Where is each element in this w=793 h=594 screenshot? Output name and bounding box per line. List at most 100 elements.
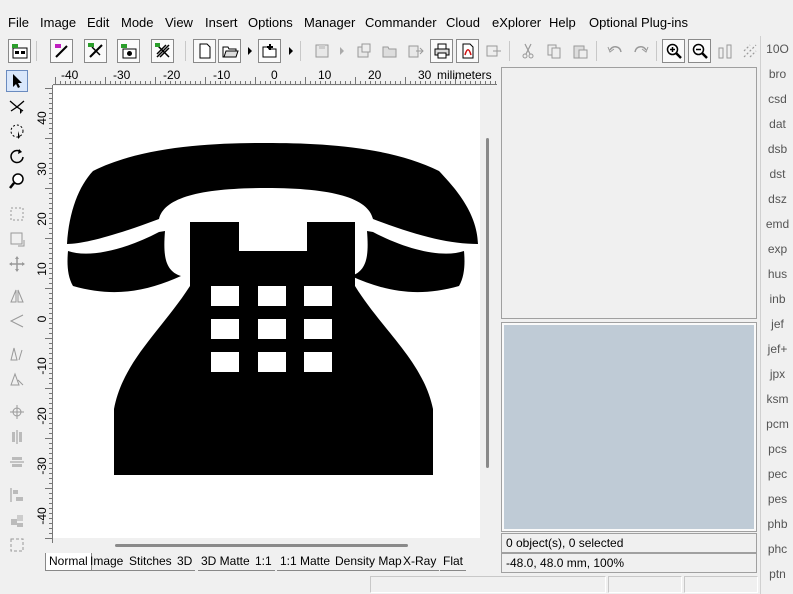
export-icon[interactable]	[404, 39, 427, 63]
format-item[interactable]: pes	[761, 492, 793, 506]
rotate-select-icon[interactable]	[6, 120, 28, 142]
vertical-scrollbar[interactable]	[480, 86, 497, 538]
skew-h-icon[interactable]	[6, 343, 28, 365]
mirror-v-icon[interactable]	[6, 310, 28, 332]
format-item[interactable]: dat	[761, 117, 793, 131]
open-folder-icon[interactable]	[218, 39, 241, 63]
arrange-icon[interactable]	[6, 509, 28, 531]
save-icon[interactable]	[310, 39, 333, 63]
save-dropdown-icon[interactable]	[338, 44, 346, 58]
format-item[interactable]: 10O	[761, 42, 793, 56]
design-canvas[interactable]	[53, 86, 480, 538]
menu-image[interactable]: Image	[40, 15, 76, 30]
folder-icon[interactable]	[378, 39, 401, 63]
format-item[interactable]: phc	[761, 542, 793, 556]
format-list: 10O bro csd dat dsb dst dsz emd exp hus …	[760, 36, 793, 594]
lasso-icon[interactable]	[6, 95, 28, 117]
skew-v-icon[interactable]	[6, 368, 28, 390]
horizontal-scroll-thumb[interactable]	[115, 544, 408, 547]
format-item[interactable]: emd	[761, 217, 793, 231]
pointer-icon[interactable]	[6, 70, 28, 92]
format-item[interactable]: dsz	[761, 192, 793, 206]
format-item[interactable]: csd	[761, 92, 793, 106]
undo-icon[interactable]	[603, 39, 626, 63]
mirror-h-icon[interactable]	[6, 285, 28, 307]
zoom-in-icon[interactable]	[662, 39, 685, 63]
add-dropdown-icon[interactable]	[287, 44, 295, 58]
tab-1-1[interactable]: 1:1	[252, 553, 275, 571]
menu-explorer[interactable]: eXplorer	[492, 15, 541, 30]
menu-mode[interactable]: Mode	[121, 15, 154, 30]
magic-wand-icon[interactable]	[50, 39, 73, 63]
crop-icon[interactable]	[6, 534, 28, 556]
wizard-icon[interactable]	[8, 39, 31, 63]
format-item[interactable]: jef	[761, 317, 793, 331]
format-item[interactable]: jef+	[761, 342, 793, 356]
tab-flat[interactable]: Flat	[440, 553, 467, 571]
pdf-icon[interactable]	[456, 39, 479, 63]
format-item[interactable]: exp	[761, 242, 793, 256]
object-list-panel[interactable]	[501, 67, 757, 319]
menu-optional-plugins[interactable]: Optional Plug-ins	[589, 15, 688, 30]
preview-panel	[501, 322, 757, 532]
rect-select-icon[interactable]	[6, 203, 28, 225]
menu-view[interactable]: View	[165, 15, 193, 30]
add-file-icon[interactable]	[258, 39, 281, 63]
format-item[interactable]: bro	[761, 67, 793, 81]
menu-options[interactable]: Options	[248, 15, 293, 30]
move-icon[interactable]	[6, 253, 28, 275]
align-h-icon[interactable]	[6, 426, 28, 448]
menu-insert[interactable]: Insert	[205, 15, 238, 30]
center-icon[interactable]	[6, 401, 28, 423]
open-dropdown-icon[interactable]	[246, 44, 254, 58]
menu-cloud[interactable]: Cloud	[446, 15, 480, 30]
format-item[interactable]: dst	[761, 167, 793, 181]
format-item[interactable]: pcm	[761, 417, 793, 431]
format-item[interactable]: inb	[761, 292, 793, 306]
format-item[interactable]: pcs	[761, 442, 793, 456]
photo-stitch-icon[interactable]	[117, 39, 140, 63]
resize-icon[interactable]	[6, 228, 28, 250]
convert-icon[interactable]	[482, 39, 505, 63]
zoom-out-icon[interactable]	[688, 39, 711, 63]
paste-icon[interactable]	[568, 39, 591, 63]
format-item[interactable]: ptn	[761, 567, 793, 581]
zoom-tool-icon[interactable]	[6, 170, 28, 192]
cross-stitch-icon[interactable]	[151, 39, 174, 63]
telephone-design[interactable]	[53, 86, 480, 538]
menu-edit[interactable]: Edit	[87, 15, 109, 30]
copy-icon[interactable]	[542, 39, 565, 63]
save-as-icon[interactable]	[352, 39, 375, 63]
menu-help[interactable]: Help	[549, 15, 576, 30]
menu-file[interactable]: File	[8, 15, 29, 30]
vertical-scroll-thumb[interactable]	[486, 138, 489, 468]
format-item[interactable]: phb	[761, 517, 793, 531]
redo-icon[interactable]	[629, 39, 652, 63]
format-item[interactable]: hus	[761, 267, 793, 281]
new-file-icon[interactable]	[193, 39, 216, 63]
tab-density-map[interactable]: Density Map	[332, 553, 405, 571]
align-v-icon[interactable]	[6, 451, 28, 473]
measure-icon[interactable]	[714, 39, 737, 63]
tab-3d-matte[interactable]: 3D Matte	[198, 553, 253, 571]
menu-commander[interactable]: Commander	[365, 15, 437, 30]
tab-stitches[interactable]: Stitches	[126, 553, 175, 571]
tab-normal[interactable]: Normal	[45, 553, 92, 571]
print-icon[interactable]	[430, 39, 453, 63]
cut-icon[interactable]	[516, 39, 539, 63]
view-tabs: Normal Image Stitches 3D 3D Matte 1:1 1:…	[33, 552, 498, 572]
horizontal-scrollbar[interactable]	[53, 538, 480, 552]
tab-image[interactable]: Image	[87, 553, 127, 571]
menu-manager[interactable]: Manager	[304, 15, 355, 30]
tab-1-1-matte[interactable]: 1:1 Matte	[277, 553, 334, 571]
distribute-icon[interactable]	[6, 484, 28, 506]
format-item[interactable]: ksm	[761, 392, 793, 406]
stitch-icon[interactable]	[738, 39, 761, 63]
tab-x-ray[interactable]: X-Ray	[400, 553, 440, 571]
format-item[interactable]: dsb	[761, 142, 793, 156]
tab-3d[interactable]: 3D	[174, 553, 196, 571]
format-item[interactable]: pec	[761, 467, 793, 481]
format-item[interactable]: jpx	[761, 367, 793, 381]
auto-digitize-icon[interactable]	[84, 39, 107, 63]
rotate-icon[interactable]	[6, 145, 28, 167]
